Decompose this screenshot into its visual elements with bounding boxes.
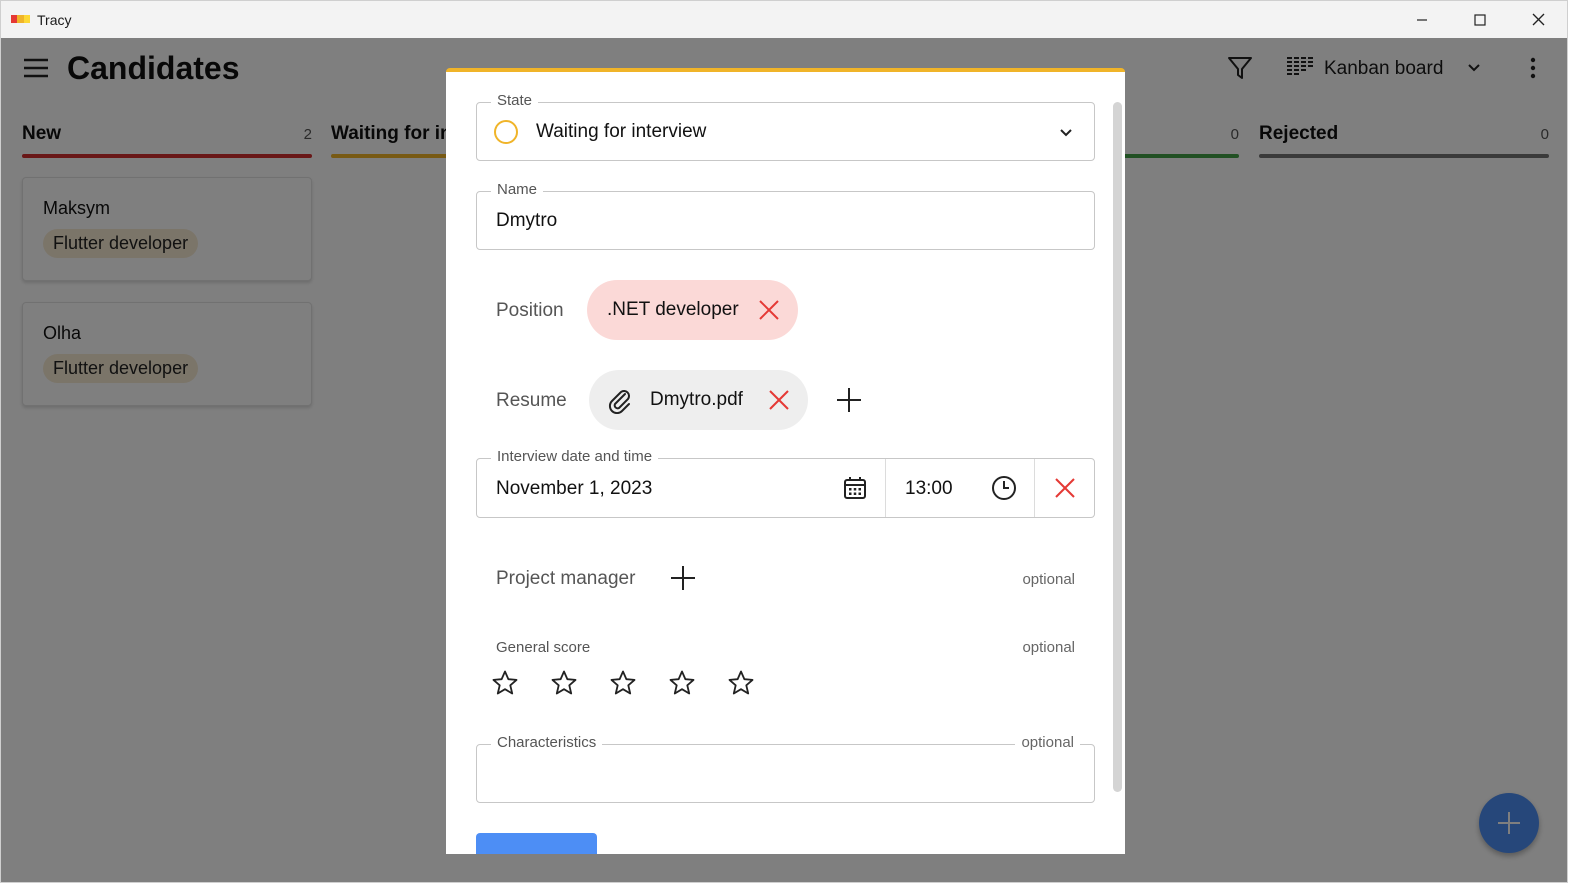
calendar-icon[interactable] <box>843 476 867 500</box>
candidate-dialog: State Waiting for interview Name Dmytro … <box>446 68 1125 854</box>
remove-resume-icon[interactable] <box>768 389 790 411</box>
minimize-icon <box>1417 18 1427 21</box>
minimize-button[interactable] <box>1393 1 1451 38</box>
save-button[interactable] <box>476 833 597 854</box>
maximize-icon <box>1474 13 1486 26</box>
maximize-button[interactable] <box>1451 1 1509 38</box>
project-manager-label: Project manager <box>496 568 636 589</box>
interview-time[interactable]: 13:00 <box>905 478 953 500</box>
characteristics-label: Characteristics <box>491 734 603 751</box>
star-2-icon[interactable] <box>551 670 577 696</box>
name-value: Dmytro <box>496 210 558 231</box>
remove-position-icon[interactable] <box>758 299 780 321</box>
add-resume-icon[interactable] <box>836 387 862 413</box>
clock-icon[interactable] <box>991 475 1017 501</box>
state-value: Waiting for interview <box>536 121 707 142</box>
name-field[interactable]: Name Dmytro <box>476 181 1095 250</box>
resume-file-name: Dmytro.pdf <box>650 389 743 410</box>
add-project-manager-icon[interactable] <box>670 565 696 591</box>
score-rating <box>492 670 754 696</box>
main-content: Candidates Kanban board New 2 <box>1 38 1567 882</box>
interview-date[interactable]: November 1, 2023 <box>496 478 652 500</box>
app-window: Tracy Candidates <box>0 0 1568 883</box>
optional-hint: optional <box>1022 639 1075 656</box>
star-1-icon[interactable] <box>492 670 518 696</box>
resume-label: Resume <box>496 390 567 411</box>
resume-chip[interactable]: Dmytro.pdf <box>589 370 808 430</box>
window-title: Tracy <box>37 12 72 28</box>
app-logo-icon <box>11 15 30 23</box>
divider <box>885 459 886 517</box>
state-select[interactable]: State Waiting for interview <box>476 92 1095 161</box>
position-label: Position <box>496 300 564 321</box>
interview-label: Interview date and time <box>491 448 659 465</box>
name-label: Name <box>491 181 544 198</box>
characteristics-field[interactable]: Characteristics optional <box>476 734 1095 803</box>
optional-hint: optional <box>1022 571 1075 588</box>
star-4-icon[interactable] <box>669 670 695 696</box>
position-chip-label: .NET developer <box>607 299 739 320</box>
state-label: State <box>491 92 539 109</box>
dialog-scrollbar[interactable] <box>1113 102 1122 792</box>
optional-hint: optional <box>1015 734 1080 751</box>
star-5-icon[interactable] <box>728 670 754 696</box>
close-window-button[interactable] <box>1509 1 1567 38</box>
state-circle-icon <box>494 120 518 144</box>
title-bar: Tracy <box>1 1 1567 38</box>
position-chip[interactable]: .NET developer <box>587 280 798 340</box>
star-3-icon[interactable] <box>610 670 636 696</box>
attachment-icon <box>608 390 630 414</box>
general-score-label: General score <box>496 639 591 656</box>
divider <box>1034 459 1035 517</box>
close-icon <box>1532 13 1544 26</box>
interview-datetime-field: Interview date and time November 1, 2023… <box>476 448 1095 518</box>
clear-datetime-icon[interactable] <box>1054 477 1076 499</box>
chevron-down-icon <box>1060 129 1072 137</box>
